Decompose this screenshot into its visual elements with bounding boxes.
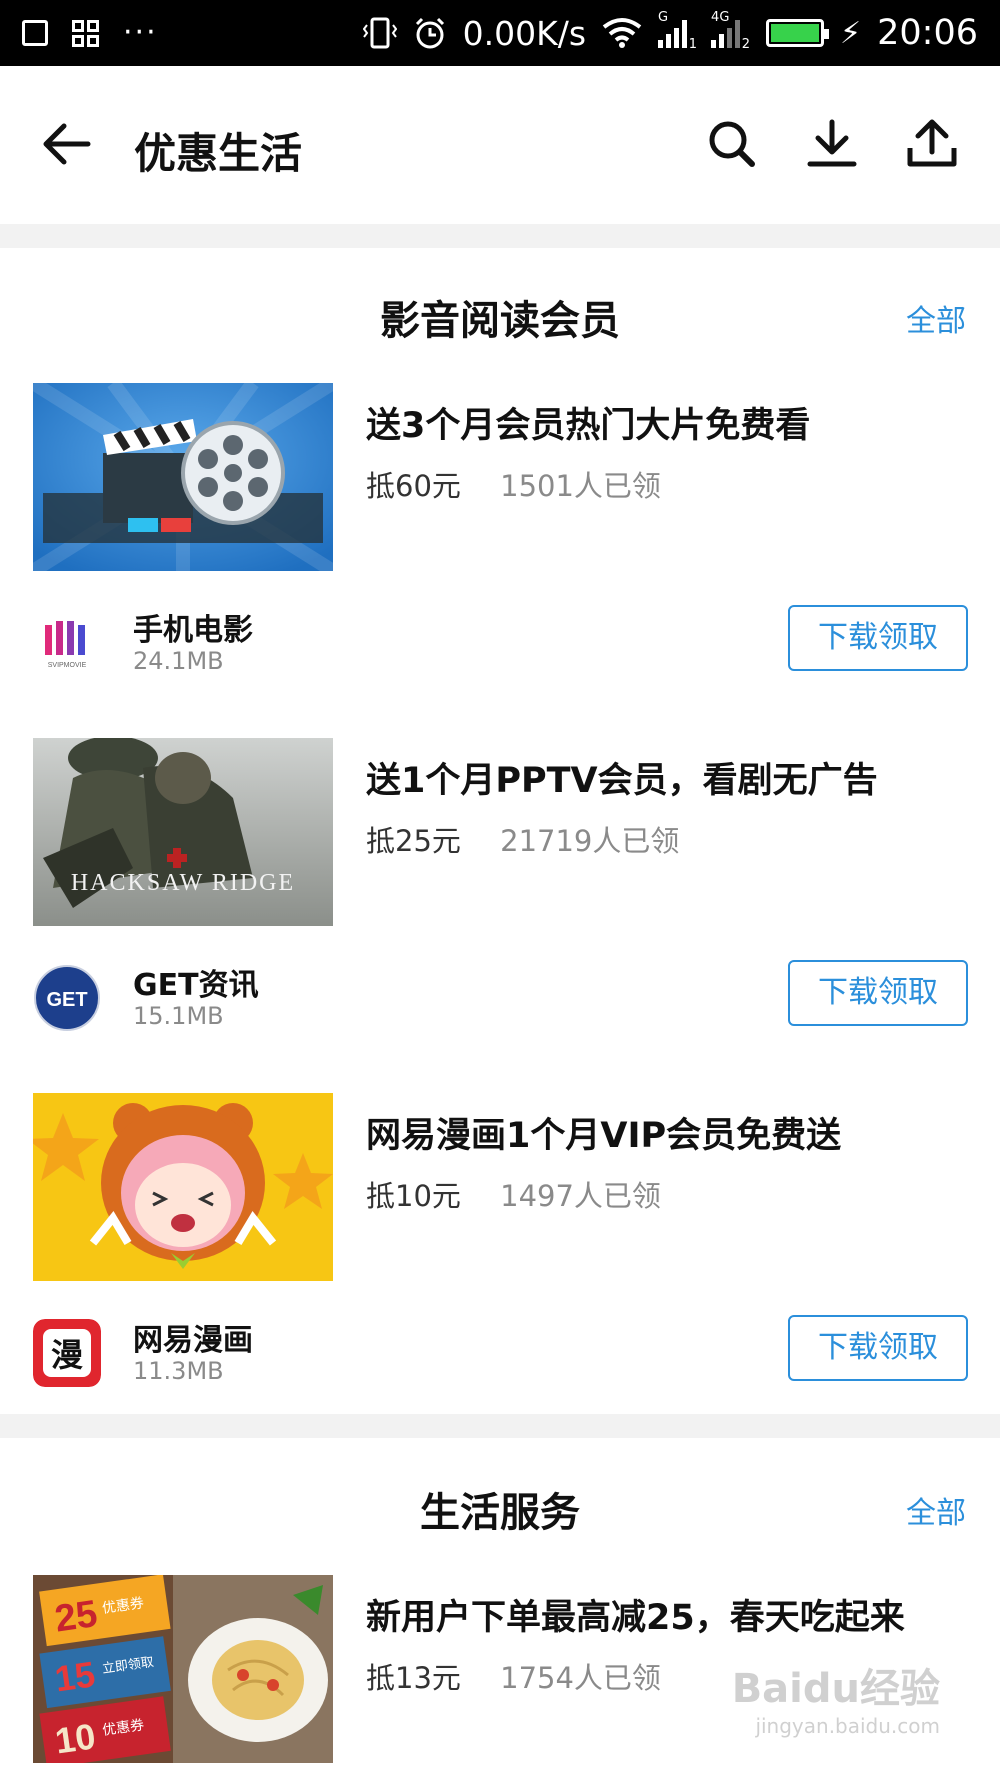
app-name: 手机电影 [133,613,253,648]
hacksaw-ridge-poster-image[interactable]: HACKSAW RIDGE [33,738,333,926]
offer-value: 抵25元 [366,824,461,858]
svg-text:10: 10 [53,1715,98,1761]
section-media-membership: 影音阅读会员 全部 送3个月会员热门大片免费看 抵60元 1501人已领 SVI… [0,248,1000,1414]
offer-value: 抵13元 [366,1661,461,1695]
app-size: 15.1MB [133,1002,224,1030]
sim2-signal: 4G 2 [711,10,751,52]
more-notifications-icon: ··· [123,15,158,50]
battery-icon [766,19,830,47]
wifi-icon [602,18,642,48]
upload-share-icon[interactable] [904,118,960,170]
app-name: GET资讯 [133,968,259,1003]
offer-meta: 抵10元 1497人已领 [366,1173,661,1215]
network-speed: 0.00K/s [462,13,587,53]
app-row: 漫 网易漫画 11.3MB 下载领取 [0,1311,1000,1391]
offer-meta: 抵13元 1754人已领 [366,1655,661,1697]
clock: 20:06 [877,13,978,53]
coupon-pasta-image[interactable]: 25 优惠券 15 立即领取 10 优惠券 [33,1575,333,1763]
offer-title: 送1个月PPTV会员，看剧无广告 [366,761,878,801]
apps-notification-icon [72,19,99,47]
svip-movie-app-icon: SVIPMOVIE [33,609,101,677]
app-row: SVIPMOVIE 手机电影 24.1MB 下载领取 [0,601,1000,681]
download-claim-button[interactable]: 下载领取 [788,960,968,1026]
offer-value: 抵10元 [366,1179,461,1213]
offer-title: 新用户下单最高减25，春天吃起来 [366,1598,905,1638]
svg-text:GET: GET [46,989,87,1011]
vibrate-icon [362,17,397,49]
svg-text:SVIPMOVIE: SVIPMOVIE [48,662,87,669]
get-news-app-icon: GET [33,964,101,1032]
movie-clapper-reel-image[interactable] [33,383,333,571]
claimed-count: 1497人已领 [500,1179,661,1213]
offer-title: 网易漫画1个月VIP会员免费送 [366,1116,842,1156]
section-title: 生活服务 [420,1490,580,1536]
svg-text:漫: 漫 [51,1336,83,1374]
charging-icon: ⚡ [840,15,862,51]
see-all-link[interactable]: 全部 [906,1488,966,1532]
svg-text:HACKSAW RIDGE: HACKSAW RIDGE [71,870,295,896]
svg-text:15: 15 [52,1653,97,1699]
baidu-watermark: Baidu经验 jingyan.baidu.com [731,1666,940,1738]
claimed-count: 1754人已领 [500,1661,661,1695]
section-life-services: 生活服务 全部 25 优惠券 15 立即领取 10 优惠券 新用户下单最高减25… [0,1438,1000,1778]
offer-meta: 抵25元 21719人已领 [366,818,679,860]
anime-girl-bear-hood-image[interactable] [33,1093,333,1281]
netease-comic-app-icon: 漫 [33,1319,101,1387]
download-claim-button[interactable]: 下载领取 [788,605,968,671]
download-claim-button[interactable]: 下载领取 [788,1315,968,1381]
sim1-signal: G 1 [658,10,698,52]
app-size: 24.1MB [133,647,224,675]
offer-title: 送3个月会员热门大片免费看 [366,406,811,446]
see-all-link[interactable]: 全部 [906,296,966,340]
download-icon[interactable] [804,118,860,170]
claimed-count: 1501人已领 [500,469,661,503]
page-title: 优惠生活 [134,129,303,178]
back-arrow-icon[interactable] [40,122,92,166]
offer-value: 抵60元 [366,469,461,503]
app-name: 网易漫画 [133,1323,253,1358]
app-size: 11.3MB [133,1357,224,1385]
app-row: GET GET资讯 15.1MB 下载领取 [0,956,1000,1036]
gallery-notification-icon [22,20,48,46]
claimed-count: 21719人已领 [500,824,680,858]
app-bar: 优惠生活 [0,66,1000,224]
offer-meta: 抵60元 1501人已领 [366,463,661,505]
search-icon[interactable] [704,118,760,170]
svg-text:25: 25 [52,1593,100,1640]
section-title: 影音阅读会员 [380,298,620,344]
alarm-icon [415,17,444,49]
status-bar: ··· 0.00K/s G 1 4G 2 ⚡ 20:06 [0,0,1000,66]
